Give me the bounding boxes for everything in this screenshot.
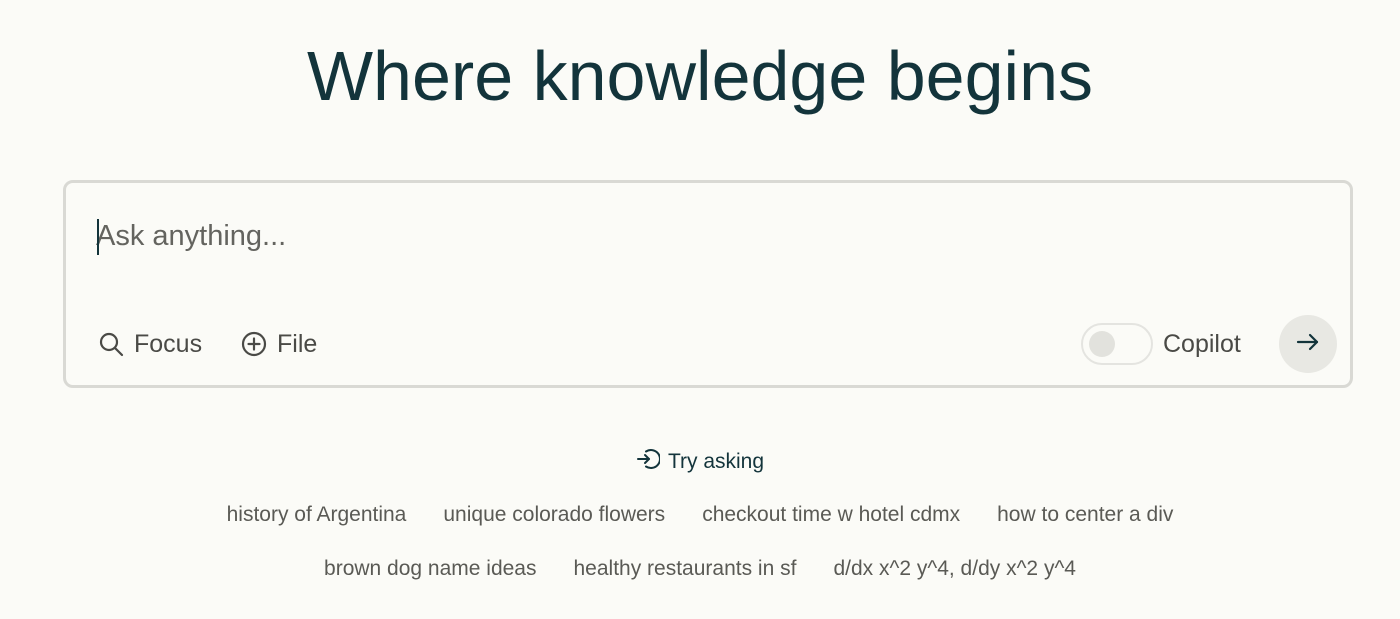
page-title: Where knowledge begins: [306, 37, 1094, 115]
toggle-knob: [1089, 331, 1115, 357]
copilot-label: Copilot: [1163, 330, 1241, 358]
focus-button[interactable]: Focus: [98, 326, 202, 362]
try-asking-heading: Try asking: [0, 447, 1400, 477]
search-input[interactable]: [96, 213, 1196, 259]
suggestion-chip[interactable]: history of Argentina: [227, 503, 407, 527]
suggestions-row-2: brown dog name ideas healthy restaurants…: [0, 557, 1400, 581]
suggestion-chip[interactable]: healthy restaurants in sf: [574, 557, 797, 581]
plus-circle-icon: [241, 331, 267, 357]
arrow-into-icon: [636, 447, 661, 477]
text-cursor: [97, 219, 99, 255]
suggestion-chip[interactable]: checkout time w hotel cdmx: [702, 503, 960, 527]
page: Where knowledge begins Focus File: [0, 0, 1400, 619]
suggestions-row-1: history of Argentina unique colorado flo…: [0, 503, 1400, 527]
suggestion-chip[interactable]: brown dog name ideas: [324, 557, 536, 581]
copilot-toggle[interactable]: [1081, 323, 1153, 365]
suggestion-chip[interactable]: how to center a div: [997, 503, 1173, 527]
file-label: File: [277, 329, 318, 358]
search-box: Focus File Copilot: [63, 180, 1353, 388]
focus-label: Focus: [134, 329, 203, 358]
search-icon: [98, 331, 124, 357]
file-button[interactable]: File: [241, 326, 317, 362]
arrow-right-icon: [1295, 329, 1321, 360]
try-asking-label: Try asking: [667, 450, 765, 473]
suggestion-chip[interactable]: unique colorado flowers: [443, 503, 665, 527]
suggestion-chip[interactable]: d/dx x^2 y^4, d/dy x^2 y^4: [833, 557, 1076, 581]
submit-button[interactable]: [1279, 315, 1337, 373]
